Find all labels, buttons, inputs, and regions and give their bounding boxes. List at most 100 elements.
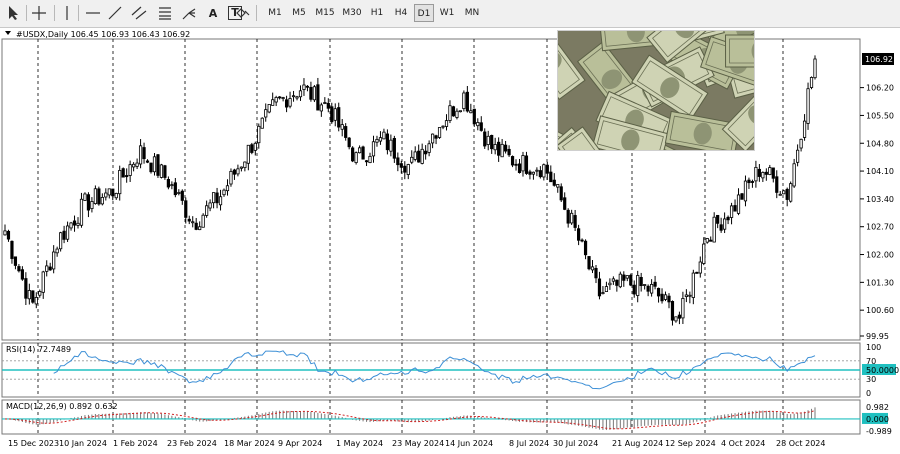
candle bbox=[695, 271, 699, 274]
candle bbox=[59, 231, 63, 252]
horizontal-line-button[interactable] bbox=[84, 3, 102, 23]
text-label-icon: A bbox=[208, 6, 218, 20]
arrow-shapes-icon bbox=[236, 8, 250, 18]
date-axis-label: 10 Jan 2024 bbox=[59, 439, 107, 448]
toolbar-separator bbox=[26, 5, 27, 21]
date-axis-label: 15 Dec 2023 bbox=[8, 439, 59, 448]
timeframe-m30-button[interactable]: M30 bbox=[340, 4, 364, 22]
collapse-triangle-icon[interactable] bbox=[5, 31, 11, 35]
candle bbox=[361, 145, 365, 160]
candle bbox=[809, 76, 814, 90]
candle bbox=[156, 154, 160, 178]
candle bbox=[260, 117, 264, 129]
andrews-pitchfork-icon bbox=[182, 8, 196, 20]
candle bbox=[312, 84, 316, 103]
date-axis-label: 1 Feb 2024 bbox=[113, 439, 158, 448]
candle bbox=[351, 146, 355, 163]
toolbar-separator bbox=[78, 5, 79, 21]
candle bbox=[31, 290, 35, 304]
price-axis-label: 104.10 bbox=[866, 167, 894, 176]
timeframe-w1-button[interactable]: W1 bbox=[436, 4, 458, 22]
date-axis-label: 23 Feb 2024 bbox=[167, 439, 217, 448]
rsi-axis-label: 30 bbox=[866, 375, 876, 384]
candle bbox=[451, 105, 456, 117]
rsi-axis-label: 100 bbox=[866, 343, 881, 352]
toolbar-separator bbox=[54, 5, 55, 21]
timeframe-d1-button[interactable]: D1 bbox=[414, 4, 434, 22]
candle bbox=[629, 273, 633, 287]
macd-axis-label: 0.982 bbox=[866, 403, 889, 412]
timeframe-m5-button[interactable]: M5 bbox=[288, 4, 310, 22]
date-axis-label: 18 Mar 2024 bbox=[224, 439, 275, 448]
candle bbox=[510, 155, 515, 168]
timeframe-mn-button[interactable]: MN bbox=[460, 4, 484, 22]
date-axis-label: 9 Apr 2024 bbox=[278, 439, 322, 448]
vertical-line-button[interactable] bbox=[58, 3, 76, 23]
price-axis-label: 104.80 bbox=[866, 139, 894, 148]
date-axis-label: 12 Sep 2024 bbox=[665, 439, 716, 448]
candle bbox=[201, 213, 205, 228]
trendline-button[interactable] bbox=[106, 3, 124, 23]
candle bbox=[587, 256, 591, 271]
date-axis-label: 21 Aug 2024 bbox=[612, 439, 663, 448]
chart-window[interactable]: 15 Dec 2023 10 Jan 2024 1 Feb 2024 23 Feb 2… bbox=[0, 27, 900, 454]
candle bbox=[267, 104, 271, 114]
candle bbox=[806, 82, 810, 130]
price-axis-label: 103.40 bbox=[866, 195, 894, 204]
candle bbox=[149, 162, 153, 174]
fibonacci-button[interactable] bbox=[156, 3, 174, 23]
candle bbox=[813, 55, 817, 80]
candle bbox=[250, 142, 254, 155]
timeframe-m1-button[interactable]: M1 bbox=[264, 4, 286, 22]
price-axis-label: 102.70 bbox=[866, 223, 894, 232]
candle bbox=[789, 181, 793, 203]
date-axis-label: 8 Jul 2024 bbox=[509, 439, 549, 448]
candle bbox=[354, 151, 358, 165]
fibonacci-icon bbox=[159, 7, 171, 20]
date-axis-label: 4 Oct 2024 bbox=[721, 439, 765, 448]
date-axis-label: 1 May 2024 bbox=[336, 439, 383, 448]
trendline-icon bbox=[108, 6, 122, 20]
crosshair-button[interactable] bbox=[30, 3, 48, 23]
rsi-axis-label: 50.0000 bbox=[866, 366, 899, 375]
candle bbox=[229, 168, 233, 187]
chart-header: #USDX,Daily 106.45 106.93 106.43 106.92 bbox=[16, 30, 190, 39]
date-axis-label: 23 May 2024 bbox=[392, 439, 444, 448]
cursor-arrow-button[interactable] bbox=[4, 3, 22, 23]
equidistant-channel-button[interactable] bbox=[130, 3, 148, 23]
price-axis-label: 101.30 bbox=[866, 278, 894, 287]
equidistant-channel-icon bbox=[131, 6, 147, 20]
candle bbox=[437, 127, 442, 139]
macd-axis-label: -0.989 bbox=[866, 427, 892, 436]
cursor-arrow-icon bbox=[9, 6, 18, 20]
timeframe-h1-button[interactable]: H1 bbox=[366, 4, 388, 22]
toolbar-separator bbox=[256, 5, 257, 21]
price-chart[interactable]: 15 Dec 2023 10 Jan 2024 1 Feb 2024 23 Feb 2… bbox=[0, 27, 900, 454]
date-axis-label: 28 Oct 2024 bbox=[776, 439, 825, 448]
price-axis-label: 106.20 bbox=[866, 84, 894, 93]
crosshair-icon bbox=[32, 6, 46, 20]
andrews-pitchfork-button[interactable] bbox=[180, 3, 198, 23]
price-axis-label: 99.95 bbox=[866, 332, 889, 341]
date-axis-label: 30 Jul 2024 bbox=[553, 439, 598, 448]
current-price-label: 106.92 bbox=[865, 55, 893, 64]
horizontal-line-icon bbox=[86, 12, 100, 14]
text-label-button[interactable]: A bbox=[204, 3, 222, 23]
date-axis-label: 14 Jun 2024 bbox=[445, 439, 493, 448]
price-axis-label: 102.00 bbox=[866, 251, 894, 260]
candle bbox=[472, 108, 476, 127]
candle bbox=[462, 90, 466, 112]
candle bbox=[740, 192, 744, 200]
candle bbox=[159, 163, 164, 179]
rsi-header: RSI(14) 72.7489 bbox=[6, 345, 71, 354]
macd-header: MACD(12,26,9) 0.892 0.632 bbox=[6, 402, 118, 411]
macd-axis-label: 0.000 bbox=[866, 415, 889, 424]
candle bbox=[782, 190, 786, 195]
candle bbox=[163, 164, 167, 180]
price-axis-label: 100.60 bbox=[866, 306, 894, 315]
timeframe-m15-button[interactable]: M15 bbox=[312, 4, 338, 22]
timeframe-h4-button[interactable]: H4 bbox=[390, 4, 412, 22]
price-axis-label: 105.50 bbox=[866, 111, 894, 120]
chart-toolbar: A T M1 M5 M15 M30 H1 H4 D1 W1 MN bbox=[0, 0, 900, 28]
arrow-shapes-button[interactable] bbox=[230, 3, 256, 23]
